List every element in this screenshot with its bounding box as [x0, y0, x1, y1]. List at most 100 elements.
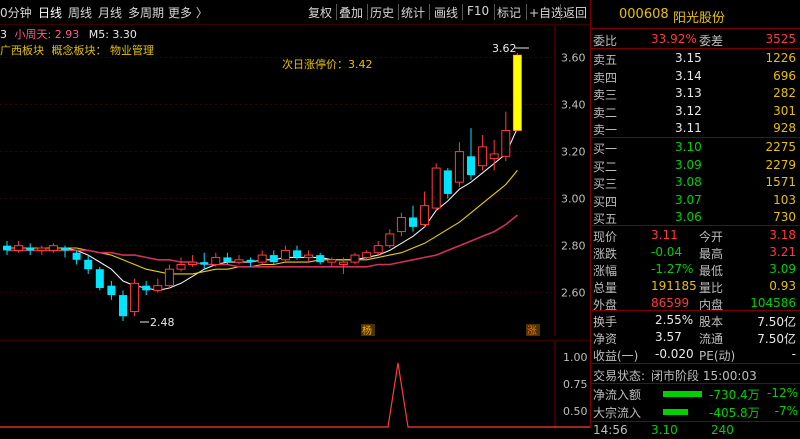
marker-zhang[interactable]: 涨 — [527, 325, 537, 336]
candle[interactable] — [234, 255, 244, 265]
candle[interactable] — [84, 255, 93, 274]
fundamental-label: PE(动) — [699, 349, 736, 363]
candle[interactable] — [257, 250, 267, 265]
candle[interactable] — [119, 290, 127, 321]
tab-monthly[interactable]: 月线 — [98, 4, 122, 21]
restore-rights-button[interactable]: 复权 — [308, 4, 332, 21]
divider — [591, 363, 800, 364]
candle-body — [223, 257, 232, 263]
candle[interactable] — [443, 168, 452, 199]
ask-level-row: 卖三 3.13 282 — [591, 84, 800, 102]
region-sector[interactable]: 广西板块 — [0, 44, 44, 57]
marker-yang[interactable]: 杨 — [362, 324, 372, 336]
candle-body — [153, 285, 163, 291]
candle[interactable] — [188, 255, 198, 267]
tab-weekly[interactable]: 周线 — [68, 4, 92, 21]
candle[interactable] — [164, 264, 174, 289]
flow-percent: -7% — [774, 404, 798, 418]
candle[interactable] — [142, 280, 151, 296]
mark-button[interactable]: 标记 — [497, 4, 521, 21]
candle[interactable] — [350, 252, 360, 265]
candle[interactable] — [269, 250, 278, 265]
candle[interactable] — [211, 252, 221, 267]
candle[interactable] — [61, 245, 69, 258]
candle[interactable] — [280, 245, 290, 263]
candle[interactable] — [304, 250, 314, 263]
candle[interactable] — [200, 252, 209, 270]
candle[interactable] — [153, 278, 163, 293]
ask-volume: 282 — [773, 86, 796, 100]
indicator-pane[interactable]: 1.00 0.75 0.50 — [0, 340, 590, 429]
bid-price: 3.07 — [675, 192, 702, 207]
candle-body — [373, 245, 383, 254]
ask-level-label: 卖二 — [593, 105, 618, 120]
y-tick-label: 3.40 — [561, 99, 586, 112]
candle[interactable] — [396, 212, 406, 237]
draw-line-button[interactable]: 画线 — [434, 4, 458, 21]
history-button[interactable]: 历史 — [370, 4, 394, 21]
candle-body — [61, 248, 69, 251]
tab-minute[interactable]: 0分钟 — [0, 4, 32, 21]
toolbar-divider — [336, 4, 337, 20]
concept-sector-value[interactable]: 物业管理 — [110, 44, 154, 57]
candle-body — [478, 146, 488, 167]
candle[interactable] — [385, 229, 395, 249]
candle[interactable] — [130, 278, 140, 317]
f10-button[interactable]: F10 — [467, 4, 489, 18]
candle[interactable] — [420, 191, 430, 227]
quote-value: 3.18 — [769, 228, 796, 242]
candle[interactable] — [48, 243, 58, 253]
tab-more[interactable]: 更多 〉 — [168, 4, 208, 21]
bid-level-label: 买一 — [593, 142, 618, 156]
tab-daily[interactable]: 日线 — [38, 4, 62, 21]
candle[interactable] — [409, 205, 417, 232]
kline-chart[interactable]: 3.60 3.40 3.20 3.00 2.80 2.60 3.62 2.48 次日涨停价… — [0, 26, 590, 336]
candle-body — [37, 247, 47, 251]
ask-level-label: 卖三 — [593, 88, 618, 102]
bid-level-label: 买四 — [593, 194, 618, 209]
toolbar-divider — [367, 4, 368, 20]
bid-volume: 1571 — [765, 175, 796, 189]
quote-row: 现价 3.11 今开 3.18 — [591, 226, 800, 244]
trading-status: 交易状态: 闭市阶段 15:00:03 — [591, 365, 800, 383]
tick-price: 3.10 — [651, 423, 678, 437]
candle[interactable] — [37, 245, 47, 256]
toolbar-divider — [560, 4, 561, 20]
candle[interactable] — [26, 243, 35, 256]
candle[interactable] — [431, 163, 441, 211]
candle[interactable] — [246, 257, 255, 267]
concept-sector-label: 概念板块： — [51, 44, 107, 57]
flow-row: 大宗流入 -405.8万 -7% — [591, 402, 800, 420]
candle[interactable] — [467, 128, 475, 180]
candle[interactable] — [72, 250, 81, 265]
back-button[interactable]: 返回 — [563, 4, 587, 21]
candle-body — [338, 261, 348, 265]
tick-row: 14:56 3.10 240 — [591, 421, 800, 439]
candle-body — [257, 254, 267, 263]
candle[interactable] — [176, 257, 186, 272]
fundamental-value: 3.57 — [655, 330, 682, 344]
flow-bar — [663, 391, 702, 397]
bid-volume: 2279 — [765, 157, 796, 172]
candle-body — [130, 282, 140, 313]
add-watchlist-button[interactable]: +自选 — [529, 4, 563, 21]
candle[interactable] — [478, 135, 488, 171]
candle-body — [293, 250, 301, 258]
candle[interactable] — [373, 240, 383, 256]
candle[interactable] — [501, 111, 511, 162]
bid-level-label: 买二 — [593, 159, 618, 174]
fundamental-row: 收益(一) -0.020 PE(动) - — [591, 345, 800, 363]
statistics-button[interactable]: 统计 — [401, 4, 425, 21]
lower-tick: 0.50 — [563, 405, 588, 418]
candle[interactable] — [107, 280, 116, 300]
candle[interactable] — [454, 142, 464, 187]
candle[interactable] — [316, 252, 325, 265]
flow-label: 大宗流入 — [593, 406, 642, 420]
candle-body — [420, 205, 430, 226]
candle[interactable] — [3, 240, 11, 256]
candle-body — [119, 295, 127, 317]
overlay-button[interactable]: 叠加 — [339, 4, 363, 21]
candle[interactable] — [95, 266, 104, 291]
tab-multi-period[interactable]: 多周期 — [128, 4, 164, 21]
lower-tick: 0.75 — [563, 378, 588, 391]
